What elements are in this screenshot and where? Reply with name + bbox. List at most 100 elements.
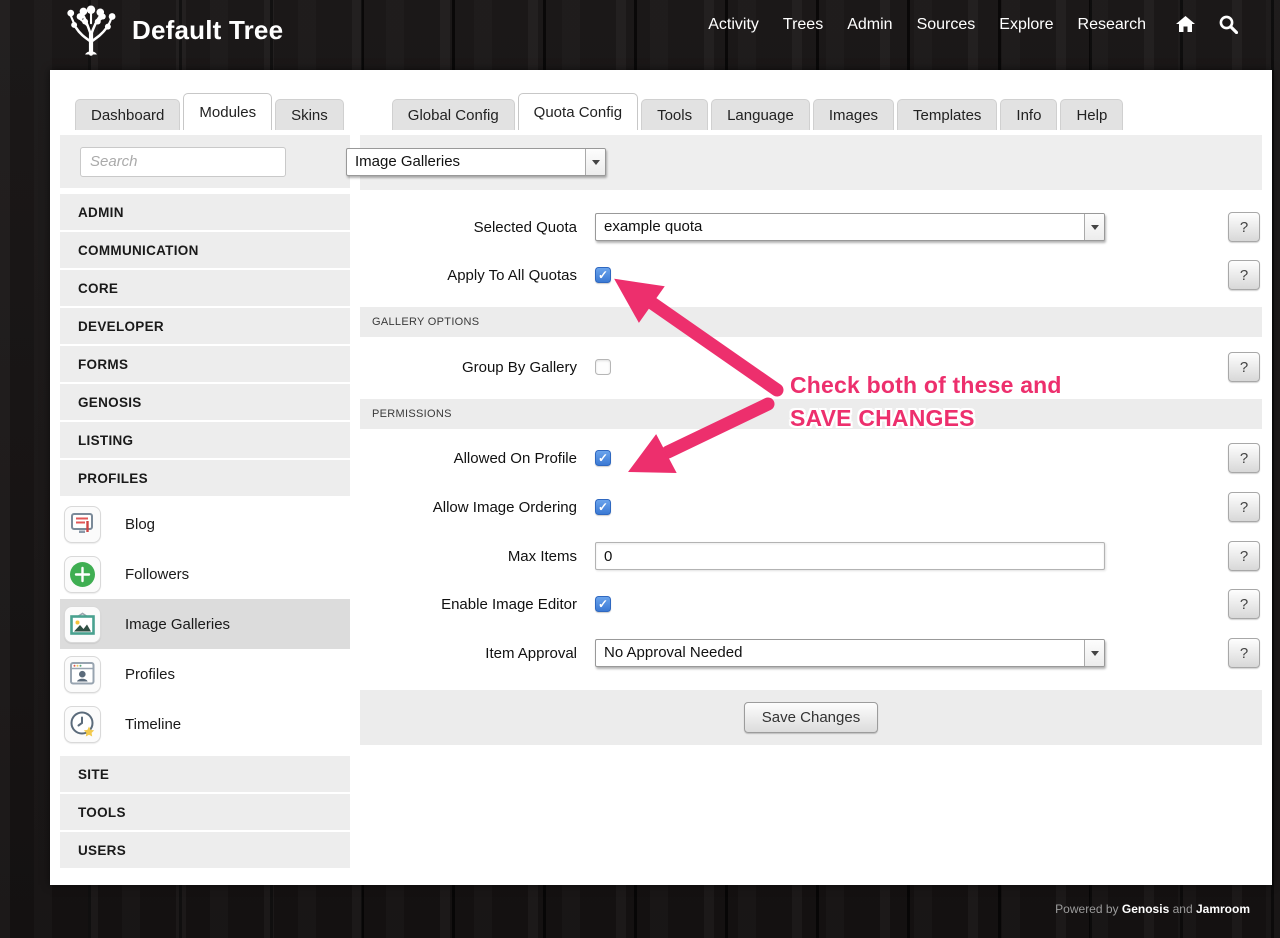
- content-panel: Dashboard Modules Skins Global Config Qu…: [50, 70, 1272, 885]
- help-button-allow-image-ordering[interactable]: ?: [1228, 492, 1260, 522]
- help-button-enable-image-editor[interactable]: ?: [1228, 589, 1260, 619]
- sidebar-category-developer[interactable]: DEVELOPER: [60, 308, 350, 344]
- tab-bar: Dashboard Modules Skins Global Config Qu…: [75, 93, 1126, 130]
- save-changes-button[interactable]: Save Changes: [743, 702, 879, 733]
- sidebar-item-label: Profiles: [125, 665, 176, 683]
- main-header: Quota Config Image Galleries: [346, 135, 1262, 190]
- sidebar-category-admin[interactable]: ADMIN: [60, 194, 350, 230]
- tab-global-config[interactable]: Global Config: [391, 99, 515, 130]
- max-items-label: Max Items: [507, 547, 577, 565]
- apply-to-all-quotas-label: Apply To All Quotas: [447, 266, 577, 284]
- sidebar-category-core[interactable]: CORE: [60, 270, 350, 306]
- sidebar-item-label: Image Galleries: [125, 615, 231, 633]
- top-bar: Default Tree Activity Trees Admin Source…: [0, 0, 1280, 70]
- nav-research[interactable]: Research: [1078, 16, 1146, 34]
- tab-images[interactable]: Images: [812, 99, 895, 130]
- sidebar-item-label: Followers: [125, 565, 190, 583]
- tab-quota-config[interactable]: Quota Config: [517, 93, 639, 130]
- search-input[interactable]: [80, 146, 286, 177]
- sidebar-category-communication[interactable]: COMMUNICATION: [60, 232, 350, 268]
- module-selector-dropdown[interactable]: Image Galleries: [346, 148, 606, 176]
- chevron-down-icon: [1084, 640, 1104, 666]
- row-allow-image-ordering: Allow Image Ordering ?: [360, 483, 1262, 531]
- sidebar-item-timeline[interactable]: Timeline: [60, 699, 350, 749]
- sidebar-module-list: Blog Followers Image Galleries Profiles …: [60, 499, 350, 749]
- sidebar: ADMIN COMMUNICATION CORE DEVELOPER FORMS…: [60, 135, 350, 870]
- nav-trees[interactable]: Trees: [783, 16, 823, 34]
- row-allowed-on-profile: Allowed On Profile ?: [360, 434, 1262, 482]
- item-approval-value: No Approval Needed: [604, 644, 743, 661]
- sidebar-item-blog[interactable]: Blog: [60, 499, 350, 549]
- enable-image-editor-checkbox[interactable]: [595, 596, 611, 612]
- selected-quota-value: example quota: [604, 218, 703, 235]
- max-items-input[interactable]: [595, 542, 1105, 570]
- sidebar-category-forms[interactable]: FORMS: [60, 346, 350, 382]
- help-button-max-items[interactable]: ?: [1228, 541, 1260, 571]
- save-bar: Save Changes: [360, 690, 1262, 745]
- row-selected-quota: Selected Quota example quota ?: [360, 203, 1262, 251]
- allowed-on-profile-checkbox[interactable]: [595, 450, 611, 466]
- help-button-group-by-gallery[interactable]: ?: [1228, 352, 1260, 382]
- chevron-down-icon: [585, 149, 605, 175]
- group-by-gallery-checkbox[interactable]: [595, 359, 611, 375]
- sidebar-category-tools[interactable]: TOOLS: [60, 794, 350, 830]
- footer-conjunction: and: [1172, 902, 1193, 916]
- site-logo[interactable]: Default Tree: [64, 2, 283, 58]
- row-max-items: Max Items ?: [360, 532, 1262, 580]
- selected-quota-label: Selected Quota: [473, 218, 577, 236]
- search-icon[interactable]: [1219, 15, 1238, 34]
- selected-quota-dropdown[interactable]: example quota: [595, 213, 1105, 241]
- footer-brand-jamroom[interactable]: Jamroom: [1196, 902, 1250, 916]
- tab-skins[interactable]: Skins: [275, 99, 344, 130]
- enable-image-editor-label: Enable Image Editor: [441, 595, 577, 613]
- blog-icon: [64, 505, 101, 543]
- sidebar-category-profiles[interactable]: PROFILES: [60, 460, 350, 496]
- tab-language[interactable]: Language: [711, 99, 810, 130]
- allowed-on-profile-label: Allowed On Profile: [453, 449, 577, 467]
- row-item-approval: Item Approval No Approval Needed ?: [360, 629, 1262, 677]
- sidebar-search-section: [60, 135, 350, 188]
- sidebar-category-users[interactable]: USERS: [60, 832, 350, 868]
- help-button-allowed-on-profile[interactable]: ?: [1228, 443, 1260, 473]
- image-galleries-icon: [64, 605, 101, 643]
- allow-image-ordering-checkbox[interactable]: [595, 499, 611, 515]
- chevron-down-icon: [1084, 214, 1104, 240]
- footer-brand-genosis[interactable]: Genosis: [1122, 902, 1169, 916]
- section-permissions: PERMISSIONS: [360, 399, 1262, 429]
- help-button-apply-to-all-quotas[interactable]: ?: [1228, 260, 1260, 290]
- nav-sources[interactable]: Sources: [917, 16, 976, 34]
- tab-tools[interactable]: Tools: [641, 99, 709, 130]
- sidebar-category-listing[interactable]: LISTING: [60, 422, 350, 458]
- tab-templates[interactable]: Templates: [897, 99, 998, 130]
- help-button-selected-quota[interactable]: ?: [1228, 212, 1260, 242]
- sidebar-item-profiles[interactable]: Profiles: [60, 649, 350, 699]
- profiles-icon: [64, 655, 101, 693]
- help-button-item-approval[interactable]: ?: [1228, 638, 1260, 668]
- sidebar-category-genosis[interactable]: GENOSIS: [60, 384, 350, 420]
- sidebar-category-site[interactable]: SITE: [60, 756, 350, 792]
- item-approval-label: Item Approval: [485, 644, 577, 662]
- footer: Powered by Genosis and Jamroom: [1055, 902, 1250, 916]
- followers-icon: [64, 555, 101, 593]
- tab-dashboard[interactable]: Dashboard: [75, 99, 181, 130]
- row-apply-to-all-quotas: Apply To All Quotas ?: [360, 251, 1262, 299]
- sidebar-item-followers[interactable]: Followers: [60, 549, 350, 599]
- nav-explore[interactable]: Explore: [999, 16, 1053, 34]
- apply-to-all-quotas-checkbox[interactable]: [595, 267, 611, 283]
- nav-admin[interactable]: Admin: [847, 16, 892, 34]
- timeline-icon: [64, 705, 101, 743]
- item-approval-dropdown[interactable]: No Approval Needed: [595, 639, 1105, 667]
- home-icon[interactable]: [1176, 16, 1195, 33]
- tab-modules[interactable]: Modules: [183, 93, 273, 130]
- group-by-gallery-label: Group By Gallery: [461, 358, 577, 376]
- module-selector-value: Image Galleries: [355, 153, 461, 170]
- sidebar-item-image-galleries[interactable]: Image Galleries: [60, 599, 350, 649]
- footer-powered-by: Powered by: [1055, 902, 1119, 916]
- top-nav: Activity Trees Admin Sources Explore Res…: [708, 15, 1238, 34]
- tab-help[interactable]: Help: [1060, 99, 1124, 130]
- tree-logo-icon: [67, 5, 116, 56]
- nav-activity[interactable]: Activity: [708, 16, 759, 34]
- row-group-by-gallery: Group By Gallery ?: [360, 343, 1262, 391]
- tab-info[interactable]: Info: [1000, 99, 1058, 130]
- row-enable-image-editor: Enable Image Editor ?: [360, 580, 1262, 628]
